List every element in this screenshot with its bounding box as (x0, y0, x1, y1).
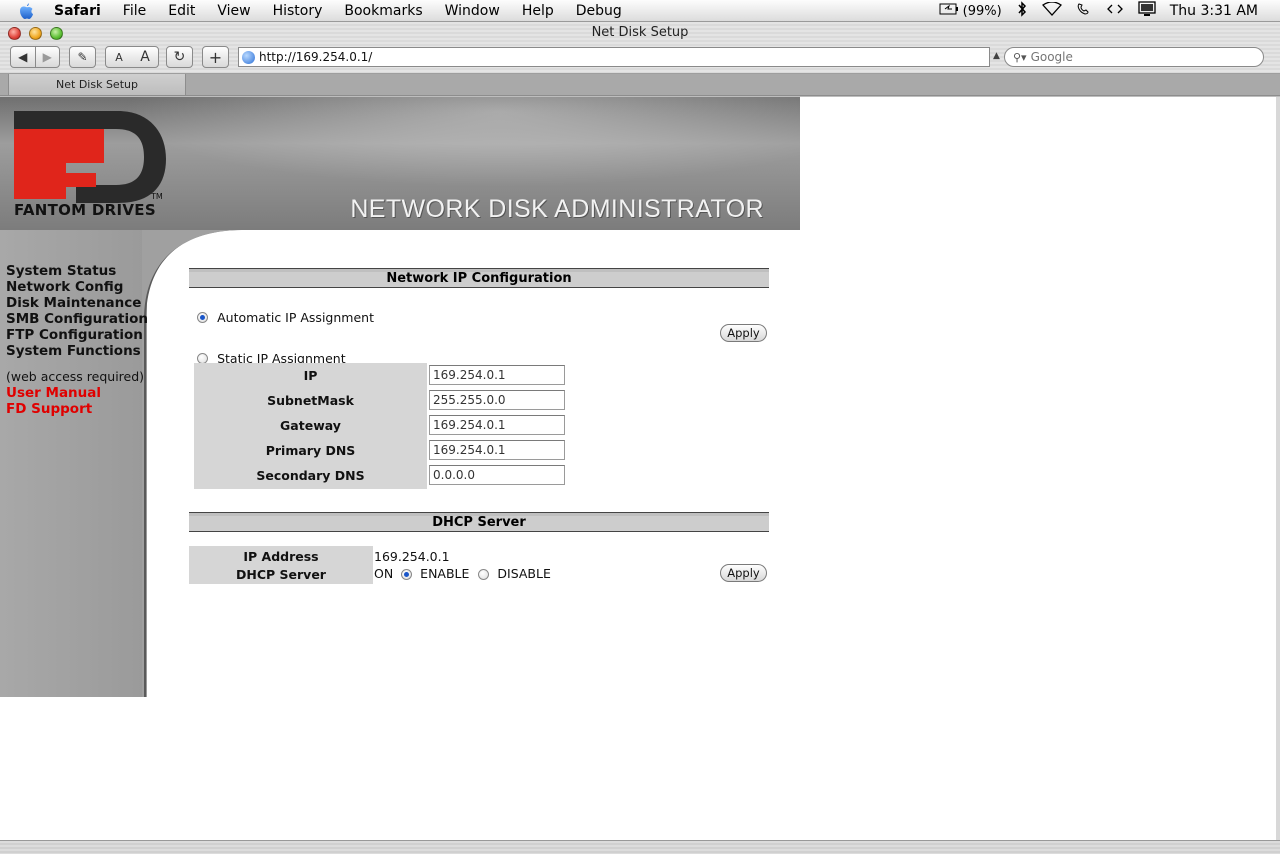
dhcp-disable-radio[interactable] (478, 569, 490, 580)
menu-safari[interactable]: Safari (54, 3, 101, 19)
nav-fd-support[interactable]: FD Support (6, 401, 148, 417)
menu-bar: Safari File Edit View History Bookmarks … (0, 0, 1280, 22)
menu-view[interactable]: View (217, 3, 250, 19)
google-search-field: ⚲▾ (1004, 47, 1264, 67)
dhcp-server-options: ON ENABLE DISABLE (374, 566, 551, 581)
menu-bookmarks[interactable]: Bookmarks (344, 3, 422, 19)
dhcp-server-label: DHCP Server (236, 567, 326, 582)
tab-net-disk-setup[interactable]: Net Disk Setup (8, 74, 186, 95)
text-larger-button[interactable]: A (132, 49, 158, 65)
dhcp-on-label: ON (374, 566, 394, 581)
nav-network-config[interactable]: Network Config (6, 279, 148, 295)
dhcp-enable-radio[interactable] (401, 569, 413, 580)
dhcp-apply-button[interactable]: Apply (720, 564, 767, 582)
subnetmask-field-label: SubnetMask (267, 393, 354, 408)
nav-user-manual[interactable]: User Manual (6, 385, 148, 401)
menu-edit[interactable]: Edit (168, 3, 195, 19)
primary-dns-input[interactable] (429, 440, 565, 460)
menu-debug[interactable]: Debug (576, 3, 622, 19)
apple-logo-icon[interactable] (18, 2, 34, 20)
nav-ftp-configuration[interactable]: FTP Configuration (6, 327, 148, 343)
search-icon[interactable]: ⚲▾ (1013, 51, 1027, 64)
battery-icon[interactable] (939, 3, 959, 19)
network-ip-config-heading: Network IP Configuration (189, 268, 769, 288)
bluetooth-icon[interactable] (1016, 1, 1028, 21)
menu-file[interactable]: File (123, 3, 146, 19)
wifi-icon[interactable] (1041, 1, 1062, 20)
page-title: NETWORK DISK ADMINISTRATOR (350, 195, 764, 223)
web-access-note: (web access required) (6, 369, 145, 384)
sidebar-nav: System Status Network Config Disk Mainte… (6, 263, 148, 417)
battery-percent: (99%) (962, 3, 1002, 19)
ip-field-label: IP (303, 368, 318, 383)
gateway-field-label: Gateway (280, 418, 341, 433)
dhcp-ip-address-value: 169.254.0.1 (374, 549, 450, 564)
nav-disk-maintenance[interactable]: Disk Maintenance (6, 295, 148, 311)
brand-name: FANTOM DRIVES (14, 201, 156, 219)
dhcp-ip-address-label: IP Address (243, 549, 319, 564)
page-content: FANTOM DRIVES TM NETWORK DISK ADMINISTRA… (0, 97, 1276, 840)
auto-ip-radio[interactable] (197, 312, 208, 323)
browser-window: Net Disk Setup ◀ ▶ ✎ A A ↻ + ▲ ⚲▾ Net Di… (0, 22, 1280, 854)
window-title: Net Disk Setup (591, 25, 689, 40)
window-right-edge (1276, 97, 1280, 840)
pencil-icon: ✎ (77, 50, 88, 64)
nav-system-status[interactable]: System Status (6, 263, 148, 279)
menu-help[interactable]: Help (522, 3, 554, 19)
globe-icon (242, 50, 255, 64)
window-toolbar: Net Disk Setup ◀ ▶ ✎ A A ↻ + ▲ ⚲▾ (0, 22, 1280, 74)
nav-smb-configuration[interactable]: SMB Configuration (6, 311, 148, 327)
ip-input[interactable] (429, 365, 565, 385)
add-bookmark-button[interactable]: + (202, 46, 229, 68)
sync-icon[interactable] (1106, 3, 1124, 19)
menu-window[interactable]: Window (445, 3, 500, 19)
gateway-input[interactable] (429, 415, 565, 435)
forward-arrow-icon[interactable]: ▶ (35, 50, 59, 64)
status-bar (0, 840, 1280, 854)
secondary-dns-input[interactable] (429, 465, 565, 485)
search-input[interactable] (1030, 50, 1231, 64)
network-ip-config-title: Network IP Configuration (189, 272, 769, 286)
back-arrow-icon[interactable]: ◀ (11, 50, 35, 64)
auto-ip-label: Automatic IP Assignment (217, 310, 374, 325)
dhcp-server-heading: DHCP Server (189, 512, 769, 532)
dhcp-enable-label: ENABLE (420, 566, 470, 581)
static-ip-table: IP SubnetMask Gateway Primary DNS Second… (194, 363, 427, 489)
bug-report-button[interactable]: ✎ (69, 46, 96, 68)
reload-icon: ↻ (173, 49, 186, 65)
url-history-caret-icon[interactable]: ▲ (993, 51, 1000, 61)
text-smaller-button[interactable]: A (106, 51, 132, 64)
back-forward-buttons: ◀ ▶ (10, 46, 60, 68)
address-bar (238, 47, 990, 67)
auto-ip-option: Automatic IP Assignment (197, 307, 374, 326)
secondary-dns-field-label: Secondary DNS (256, 468, 365, 483)
subnetmask-input[interactable] (429, 390, 565, 410)
tab-bar: Net Disk Setup (0, 74, 1280, 96)
modem-icon[interactable] (1076, 1, 1092, 21)
menu-history[interactable]: History (273, 3, 323, 19)
display-icon[interactable] (1138, 1, 1156, 21)
trademark-mark: TM (151, 192, 163, 201)
menubar-clock[interactable]: Thu 3:31 AM (1170, 3, 1258, 19)
dhcp-server-title: DHCP Server (189, 516, 769, 530)
url-input[interactable] (259, 50, 959, 64)
nav-system-functions[interactable]: System Functions (6, 343, 148, 359)
dhcp-disable-label: DISABLE (497, 566, 551, 581)
page-header: FANTOM DRIVES TM NETWORK DISK ADMINISTRA… (0, 97, 800, 230)
network-apply-button[interactable]: Apply (720, 324, 767, 342)
primary-dns-field-label: Primary DNS (265, 443, 356, 458)
text-size-buttons: A A (105, 46, 159, 68)
reload-button[interactable]: ↻ (166, 46, 193, 68)
